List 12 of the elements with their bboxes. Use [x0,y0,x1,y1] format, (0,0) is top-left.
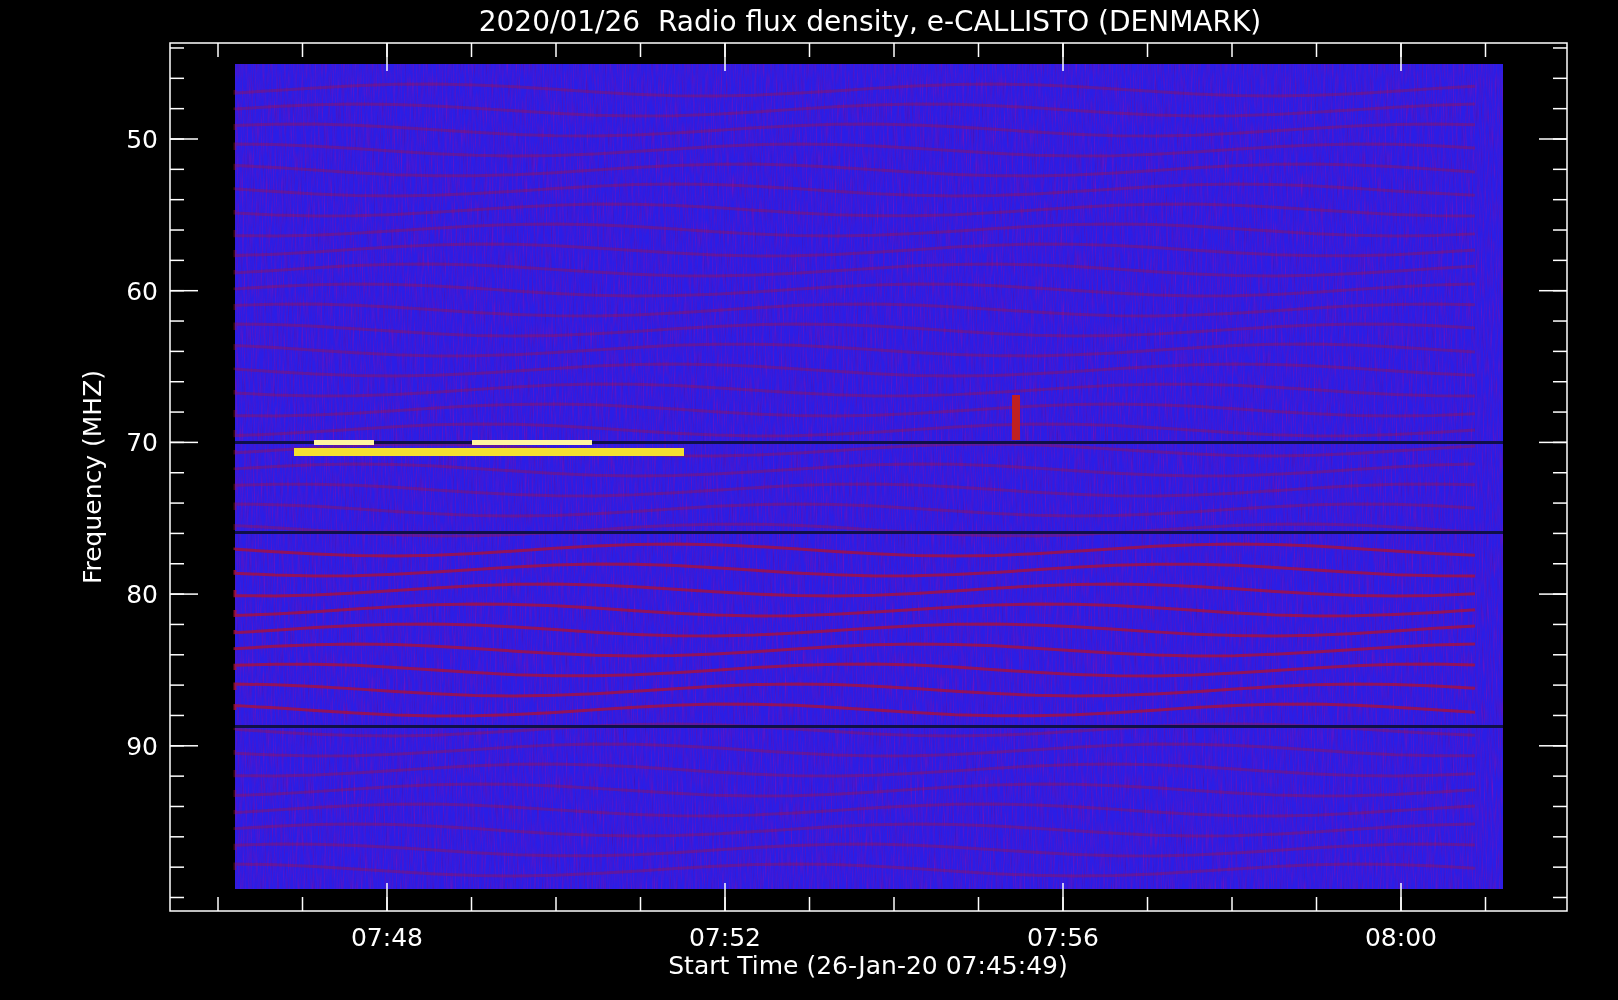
y-tick-label: 50 [126,125,158,154]
y-tick-label: 60 [126,276,158,306]
y-axis-label: Frequency (MHZ) [78,369,107,585]
x-axis-label: Start Time (26-Jan-20 07:45:49) [668,951,1068,980]
y-tick-label: 70 [126,428,158,458]
x-tick-label: 08:00 [1365,923,1437,952]
y-tick-label: 90 [126,731,158,761]
x-tick-label: 07:48 [351,923,423,952]
x-tick-label: 07:56 [1027,923,1099,952]
x-tick-label: 07:52 [689,923,761,952]
y-tick-label: 80 [126,580,158,610]
chart-title: 2020/01/26 Radio flux density, e-CALLISTO (DENMARK) [478,5,1262,38]
